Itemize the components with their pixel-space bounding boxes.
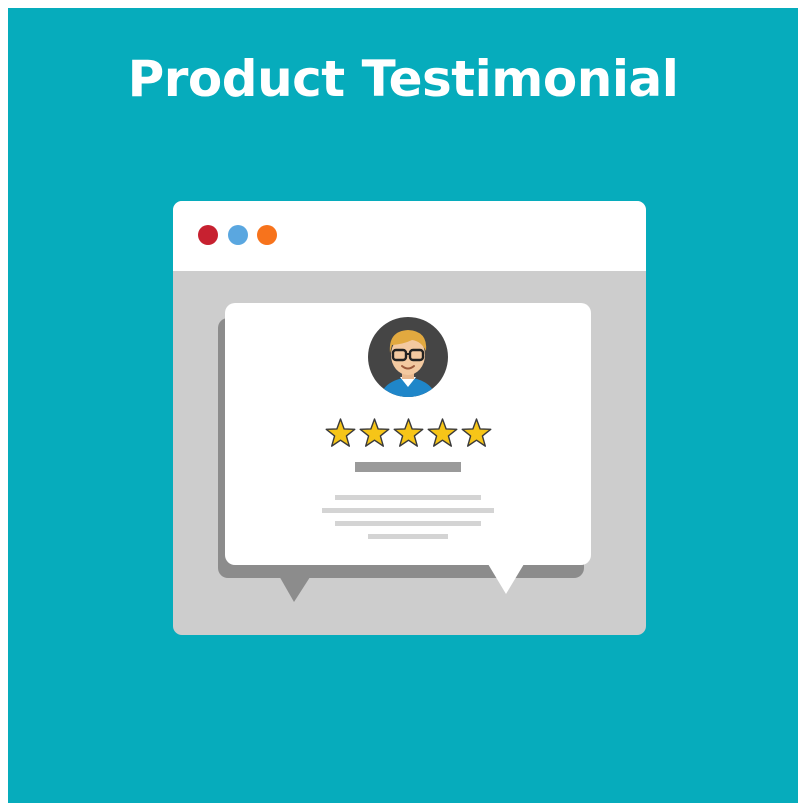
user-avatar-icon xyxy=(368,317,448,397)
testimonial-text-line xyxy=(368,534,448,539)
card-speech-tail xyxy=(488,564,524,594)
testimonial-text-line xyxy=(335,495,481,500)
star-icon xyxy=(461,418,492,447)
testimonial-text-line xyxy=(335,521,481,526)
hero-background: Product Testimonial xyxy=(8,8,798,803)
window-dot-orange-icon xyxy=(257,225,277,245)
window-title-bar xyxy=(173,201,646,271)
page-title: Product Testimonial xyxy=(127,50,679,108)
shadow-speech-tail xyxy=(278,574,312,602)
star-icon xyxy=(325,418,356,447)
window-dot-red-icon xyxy=(198,225,218,245)
star-icon xyxy=(427,418,458,447)
star-icon xyxy=(359,418,390,447)
testimonial-heading-placeholder xyxy=(355,462,461,472)
star-icon xyxy=(393,418,424,447)
star-rating xyxy=(324,418,493,448)
testimonial-text-line xyxy=(322,508,494,513)
window-dot-blue-icon xyxy=(228,225,248,245)
